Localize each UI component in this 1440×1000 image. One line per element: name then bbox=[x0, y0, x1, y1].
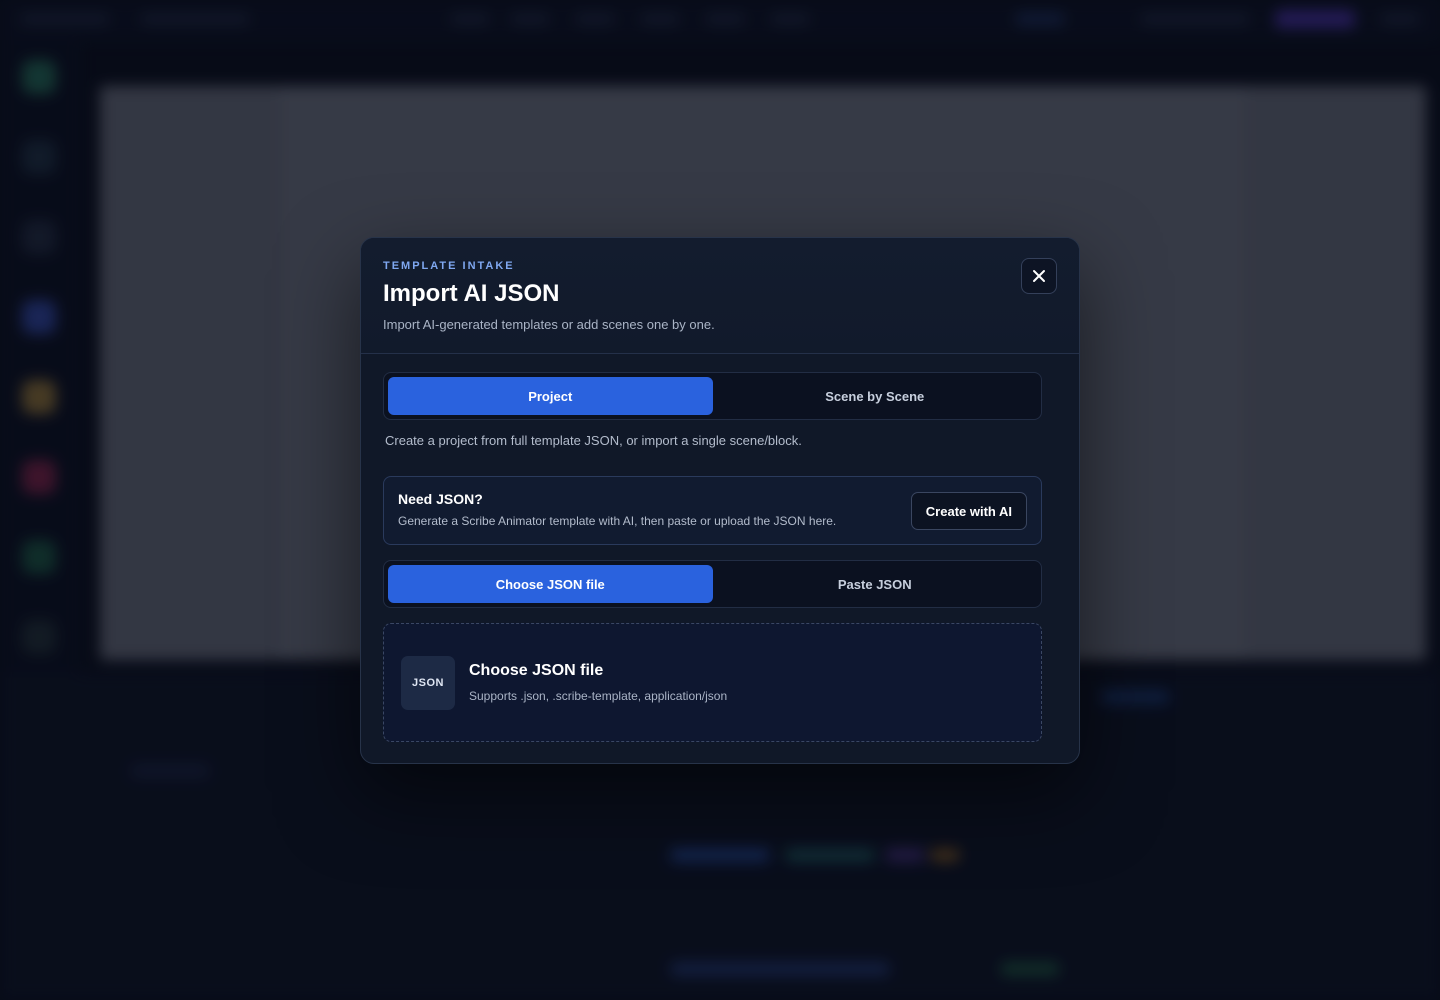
modal-header: TEMPLATE INTAKE Import AI JSON Import AI… bbox=[361, 238, 1079, 354]
dropzone-subtitle: Supports .json, .scribe-template, applic… bbox=[469, 689, 728, 703]
modal-eyebrow: TEMPLATE INTAKE bbox=[383, 260, 515, 272]
dropzone-text: Choose JSON file Supports .json, .scribe… bbox=[469, 662, 727, 703]
close-icon bbox=[1033, 270, 1045, 282]
close-button[interactable] bbox=[1021, 258, 1057, 294]
json-file-dropzone[interactable]: JSON Choose JSON file Supports .json, .s… bbox=[383, 623, 1042, 742]
need-json-card: Need JSON? Generate a Scribe Animator te… bbox=[383, 476, 1042, 545]
import-json-modal: TEMPLATE INTAKE Import AI JSON Import AI… bbox=[360, 237, 1080, 764]
modal-title: Import AI JSON bbox=[383, 280, 560, 307]
tab-scene-by-scene[interactable]: Scene by Scene bbox=[713, 377, 1038, 415]
tab-project[interactable]: Project bbox=[388, 377, 713, 415]
modal-subtitle: Import AI-generated templates or add sce… bbox=[383, 317, 715, 332]
mode-helper-text: Create a project from full template JSON… bbox=[385, 433, 802, 448]
dropzone-title: Choose JSON file bbox=[469, 662, 604, 679]
source-tabs: Choose JSON file Paste JSON bbox=[383, 560, 1042, 608]
tab-choose-json-file[interactable]: Choose JSON file bbox=[388, 565, 713, 603]
mode-tabs: Project Scene by Scene bbox=[383, 372, 1042, 420]
modal-body: Project Scene by Scene Create a project … bbox=[361, 354, 1079, 742]
json-file-icon: JSON bbox=[401, 655, 455, 710]
tab-paste-json[interactable]: Paste JSON bbox=[713, 565, 1038, 603]
create-with-ai-button[interactable]: Create with AI bbox=[910, 492, 1027, 530]
